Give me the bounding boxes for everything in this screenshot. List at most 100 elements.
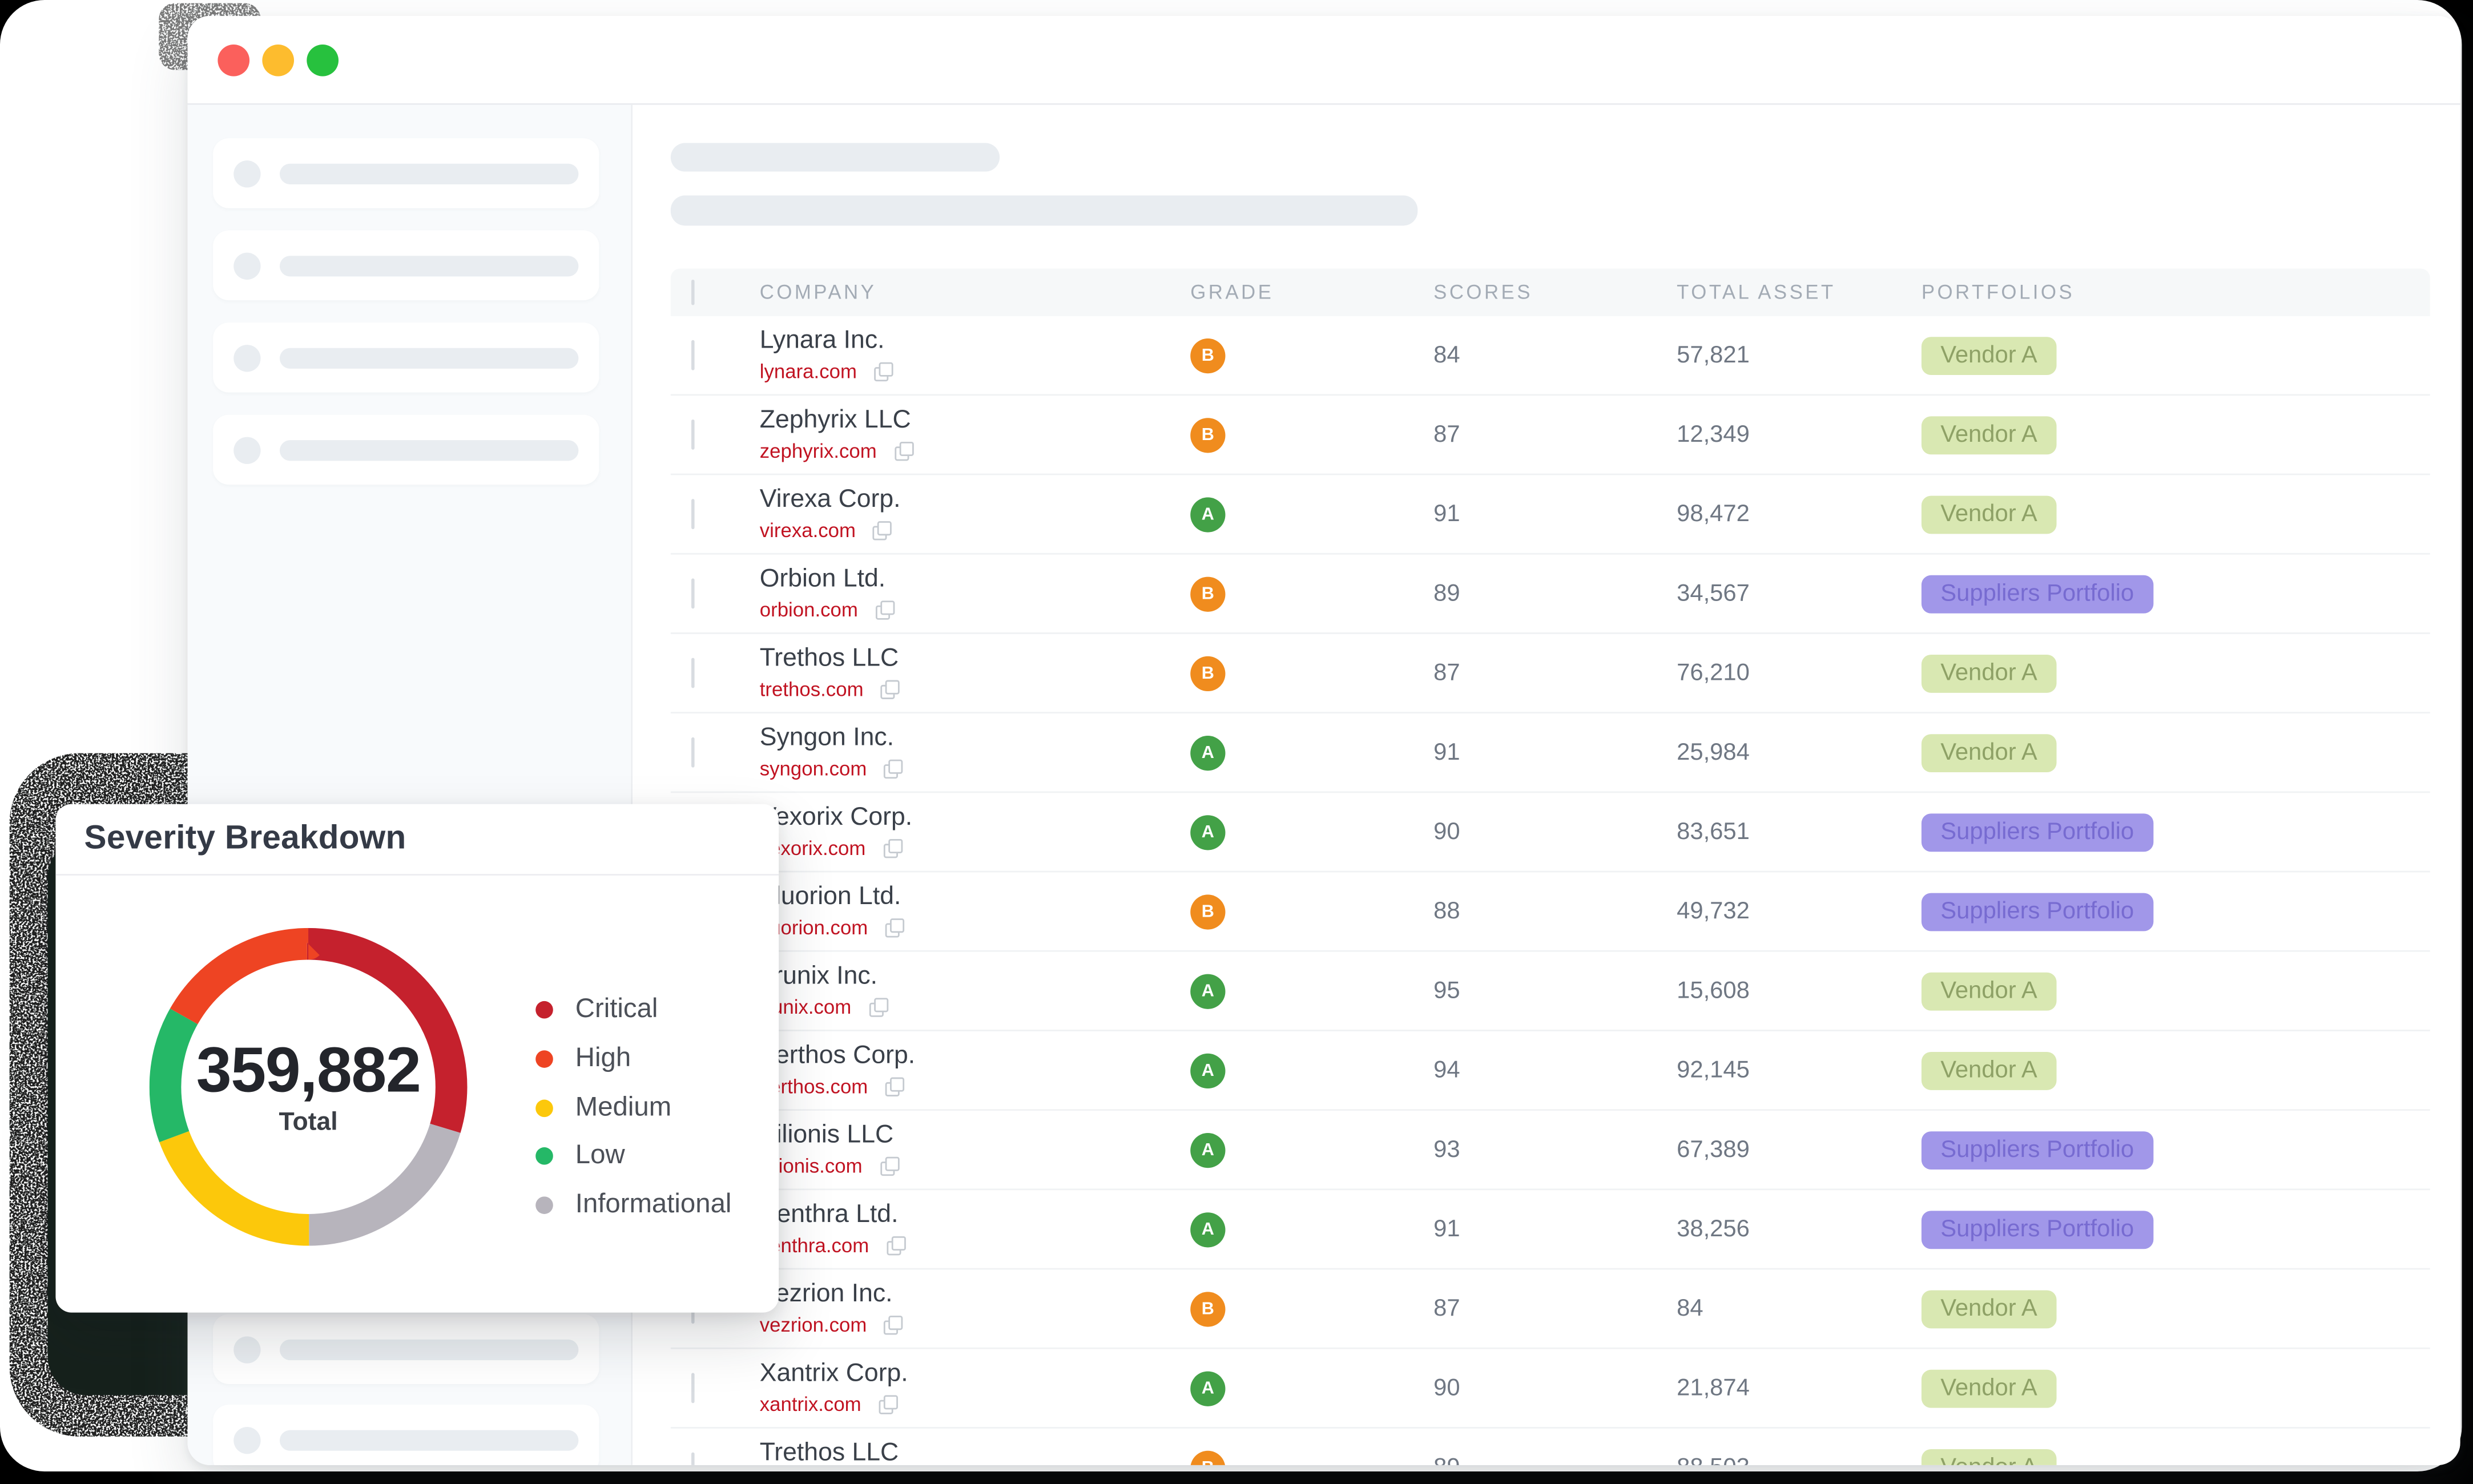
score-cell: 90 (1433, 818, 1677, 845)
total-asset-cell: 25,984 (1677, 739, 1922, 766)
company-domain-link[interactable]: vezrion.com (760, 1314, 867, 1337)
table-row[interactable]: Trunix Inc. trunix.com A 95 15,608 Vendo… (671, 952, 2430, 1031)
grade-cell: A (1190, 814, 1433, 849)
skeleton-line (280, 255, 578, 276)
table-row[interactable]: Vilionis LLC vilionis.com A 93 67,389 Su… (671, 1111, 2430, 1190)
column-header-total-asset: TOTAL ASSET (1677, 281, 1922, 304)
table-row[interactable]: Vexorix Corp. vexorix.com A 90 83,651 Su… (671, 793, 2430, 872)
select-all-checkbox[interactable] (691, 280, 695, 305)
portfolio-badge: Vendor A (1922, 1051, 2056, 1090)
portfolio-badge: Vendor A (1922, 1449, 2056, 1465)
grade-badge: A (1190, 497, 1225, 531)
table-row[interactable]: Orbion Ltd. orbion.com B 89 34,567 Suppl… (671, 555, 2430, 634)
row-checkbox-cell (671, 659, 760, 687)
company-domain-link[interactable]: xantrix.com (760, 1394, 861, 1416)
table-row[interactable]: Trethos LLC trethos.com B 87 76,210 Vend… (671, 634, 2430, 713)
sidebar-skeleton-item (213, 1405, 599, 1465)
copy-icon[interactable] (884, 1316, 903, 1335)
page: COMPANYGRADESCORESTOTAL ASSETPORTFOLIOS … (0, 0, 2473, 1484)
grade-cell: B (1190, 894, 1433, 929)
grade-badge: A (1190, 735, 1225, 770)
portfolio-badge: Vendor A (1922, 654, 2056, 692)
row-checkbox[interactable] (691, 657, 695, 687)
row-checkbox[interactable] (691, 1372, 695, 1402)
grade-cell: B (1190, 655, 1433, 690)
skeleton-circle (233, 1426, 260, 1453)
grade-cell: A (1190, 497, 1433, 531)
table-row[interactable]: Fluorion Ltd. fluorion.com B 88 49,732 S… (671, 872, 2430, 951)
row-checkbox[interactable] (691, 1451, 695, 1465)
table-row[interactable]: Vezrion Inc. vezrion.com B 87 84 Vendor … (671, 1269, 2430, 1349)
total-asset-cell: 49,732 (1677, 898, 1922, 925)
portfolio-badge: Suppliers Portfolio (1922, 1210, 2153, 1248)
company-domain-link[interactable]: virexa.com (760, 520, 856, 542)
company-domain-row: vexorix.com (760, 838, 1190, 860)
company-cell: Orbion Ltd. orbion.com (760, 566, 1190, 622)
copy-icon[interactable] (879, 1396, 897, 1414)
company-name: Trethos LLC (760, 1439, 1190, 1465)
portfolio-badge: Vendor A (1922, 971, 2056, 1010)
close-window-icon[interactable] (218, 44, 249, 76)
copy-icon[interactable] (885, 919, 904, 938)
zoom-window-icon[interactable] (307, 44, 339, 76)
skeleton-circle (233, 1336, 260, 1362)
copy-icon[interactable] (881, 680, 900, 699)
table-row[interactable]: Virexa Corp. virexa.com A 91 98,472 Vend… (671, 475, 2430, 554)
copy-icon[interactable] (869, 998, 888, 1017)
score-cell: 87 (1433, 421, 1677, 448)
legend-label: High (575, 1042, 631, 1074)
sidebar-skeleton-item (213, 231, 599, 300)
company-cell: Lynara Inc. lynara.com (760, 327, 1190, 384)
grade-badge: B (1190, 655, 1225, 690)
minimize-window-icon[interactable] (262, 44, 294, 76)
row-checkbox[interactable] (691, 578, 695, 608)
company-domain-link[interactable]: syngon.com (760, 758, 867, 780)
portfolio-cell: Suppliers Portfolio (1922, 1210, 2430, 1248)
copy-icon[interactable] (873, 522, 892, 541)
table-row[interactable]: Lynara Inc. lynara.com B 84 57,821 Vendo… (671, 316, 2430, 396)
portfolio-cell: Suppliers Portfolio (1922, 892, 2430, 930)
table-row[interactable]: Trethos LLC trethos.com B 89 88,503 Vend… (671, 1429, 2430, 1465)
copy-icon[interactable] (876, 601, 895, 620)
company-domain-row: vilionis.com (760, 1155, 1190, 1177)
company-cell: Vexorix Corp. vexorix.com (760, 804, 1190, 860)
copy-icon[interactable] (885, 1078, 904, 1096)
company-domain-row: zephyrix.com (760, 441, 1190, 463)
row-checkbox[interactable] (691, 339, 695, 369)
table-row[interactable]: Verthos Corp. verthos.com A 94 92,145 Ve… (671, 1031, 2430, 1111)
grade-cell: A (1190, 1052, 1433, 1087)
legend-item-high: High (535, 1042, 631, 1074)
company-cell: Vezrion Inc. vezrion.com (760, 1280, 1190, 1337)
page-subtitle-skeleton (671, 195, 1417, 225)
column-header-company: COMPANY (760, 281, 1190, 304)
total-asset-cell: 38,256 (1677, 1216, 1922, 1243)
table-row[interactable]: Xantrix Corp. xantrix.com A 90 21,874 Ve… (671, 1349, 2430, 1429)
company-domain-link[interactable]: trethos.com (760, 679, 864, 701)
table-row[interactable]: Zephyrix LLC zephyrix.com B 87 12,349 Ve… (671, 396, 2430, 475)
table-row[interactable]: Xenthra Ltd. xenthra.com A 91 38,256 Sup… (671, 1190, 2430, 1269)
legend-dot (535, 1196, 553, 1213)
company-domain-link[interactable]: lynara.com (760, 361, 857, 383)
company-cell: Xenthra Ltd. xenthra.com (760, 1201, 1190, 1257)
company-domain-link[interactable]: zephyrix.com (760, 441, 877, 463)
company-domain-row: trunix.com (760, 997, 1190, 1019)
legend-label: Informational (575, 1188, 732, 1220)
skeleton-line (280, 347, 578, 368)
score-cell: 89 (1433, 580, 1677, 607)
row-checkbox[interactable] (691, 498, 695, 529)
copy-icon[interactable] (884, 760, 903, 779)
company-name: Syngon Inc. (760, 724, 1190, 753)
copy-icon[interactable] (887, 1236, 905, 1255)
copy-icon[interactable] (894, 442, 913, 461)
copy-icon[interactable] (883, 839, 902, 858)
company-cell: Virexa Corp. virexa.com (760, 486, 1190, 542)
company-cell: Trunix Inc. trunix.com (760, 963, 1190, 1019)
table-row[interactable]: Syngon Inc. syngon.com A 91 25,984 Vendo… (671, 713, 2430, 793)
copy-icon[interactable] (875, 362, 893, 381)
row-checkbox[interactable] (691, 419, 695, 449)
row-checkbox[interactable] (691, 736, 695, 767)
company-domain-link[interactable]: orbion.com (760, 599, 858, 622)
portfolio-cell: Vendor A (1922, 1051, 2430, 1090)
copy-icon[interactable] (880, 1157, 899, 1176)
portfolio-cell: Vendor A (1922, 971, 2430, 1010)
